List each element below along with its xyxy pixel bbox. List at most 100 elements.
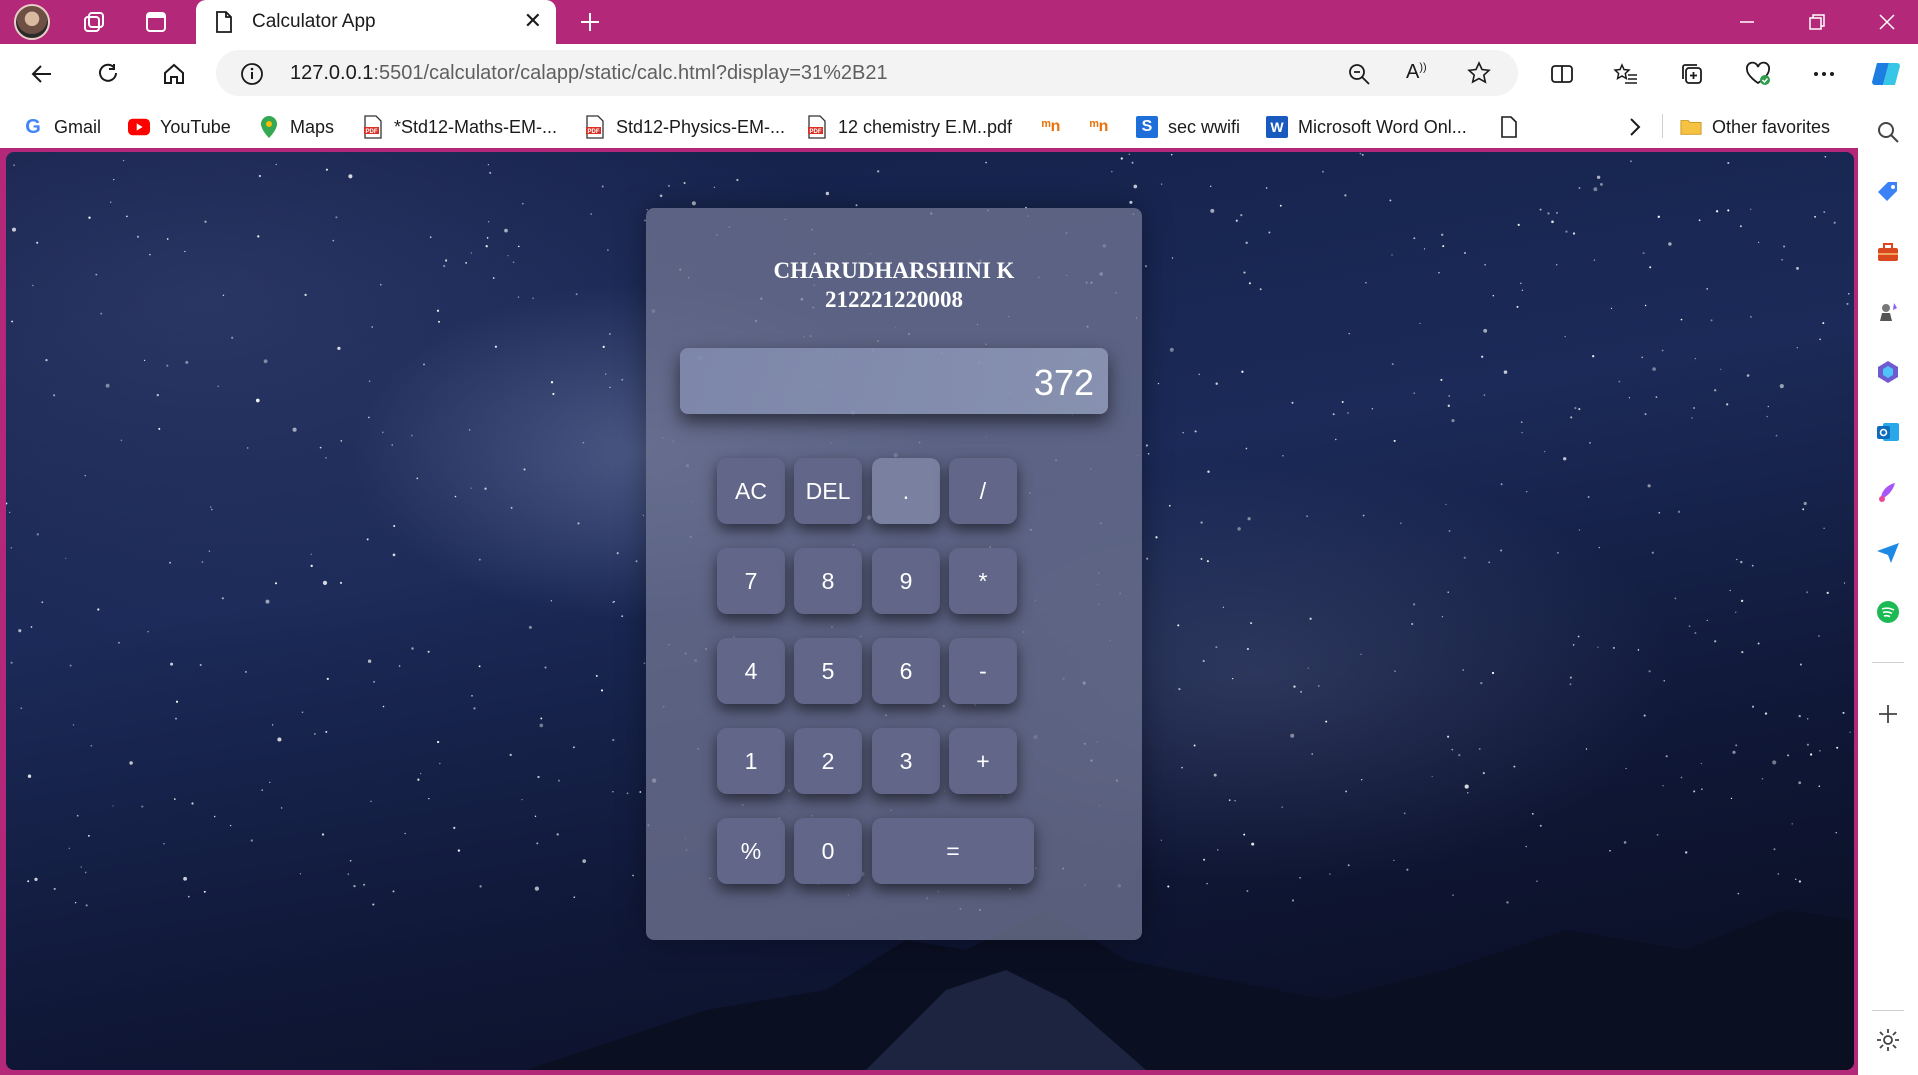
new-tab-icon[interactable] — [574, 6, 606, 38]
bookmark-label: 12 chemistry E.M..pdf — [838, 116, 1013, 137]
split-screen-icon[interactable] — [1542, 56, 1582, 92]
zoom-icon[interactable] — [1346, 61, 1372, 92]
bookmark-label: Std12-Physics-EM-... — [616, 116, 786, 137]
refresh-icon[interactable] — [88, 56, 128, 92]
favorites-icon[interactable] — [1606, 56, 1646, 92]
bookmark-maths-pdf[interactable]: PDF *Std12-Maths-EM-... — [362, 114, 557, 140]
url-path: :5501/calculator/calapp/static/calc.html… — [373, 62, 888, 84]
back-icon[interactable] — [22, 56, 62, 92]
minimize-icon[interactable] — [1722, 6, 1772, 38]
add-icon[interactable] — [1872, 698, 1904, 730]
percent-button[interactable]: % — [717, 818, 785, 884]
word-icon: W — [1266, 116, 1288, 138]
bookmark-site-2[interactable]: ᵐn — [1088, 114, 1110, 140]
restore-icon[interactable] — [1792, 6, 1842, 38]
sidebar-divider — [1872, 1010, 1904, 1011]
bookmark-word-online[interactable]: W Microsoft Word Onl... — [1266, 114, 1467, 140]
pdf-icon: PDF — [806, 115, 828, 139]
bookmark-maps[interactable]: Maps — [258, 114, 334, 140]
other-favorites[interactable]: Other favorites — [1680, 114, 1830, 140]
pdf-icon: PDF — [584, 115, 606, 139]
digit-1-button[interactable]: 1 — [717, 728, 785, 794]
ac-button[interactable]: AC — [717, 458, 785, 524]
delete-button[interactable]: DEL — [794, 458, 862, 524]
m365-icon[interactable] — [1872, 356, 1904, 388]
tools-icon[interactable] — [1872, 236, 1904, 268]
url-host: 127.0.0.1 — [290, 62, 374, 84]
pdf-icon: PDF — [362, 115, 384, 139]
send-icon[interactable] — [1872, 536, 1904, 568]
subtract-button[interactable]: - — [949, 638, 1017, 704]
title-bar: Calculator App ✕ — [0, 0, 1918, 44]
bookmark-sec-wifi[interactable]: S sec wwifi — [1136, 114, 1240, 140]
digit-9-button[interactable]: 9 — [872, 548, 940, 614]
more-options-icon[interactable] — [1804, 56, 1844, 92]
divide-button[interactable]: / — [949, 458, 1017, 524]
bookmarks-bar: G Gmail YouTube Maps PDF *Std12-Maths-EM… — [0, 104, 1918, 148]
folder-icon — [1680, 116, 1702, 138]
games-icon[interactable] — [1872, 296, 1904, 328]
close-window-icon[interactable] — [1862, 6, 1912, 38]
equals-button[interactable]: = — [872, 818, 1034, 884]
close-tab-icon[interactable]: ✕ — [524, 8, 542, 34]
bookmark-chemistry-pdf[interactable]: PDF 12 chemistry E.M..pdf — [806, 114, 1012, 140]
read-aloud-icon[interactable]: A)) — [1406, 61, 1427, 84]
add-button[interactable]: + — [949, 728, 1017, 794]
site-icon: ᵐn — [1089, 118, 1109, 135]
sidebar-divider — [1872, 662, 1904, 663]
copilot-icon[interactable] — [1866, 56, 1906, 92]
bookmark-youtube[interactable]: YouTube — [128, 114, 231, 140]
spotify-icon[interactable] — [1872, 596, 1904, 628]
digit-7-button[interactable]: 7 — [717, 548, 785, 614]
digit-8-button[interactable]: 8 — [794, 548, 862, 614]
digit-2-button[interactable]: 2 — [794, 728, 862, 794]
site-icon: ᵐn — [1041, 118, 1061, 135]
calculator-display: 372 — [680, 348, 1108, 414]
digit-0-button[interactable]: 0 — [794, 818, 862, 884]
bookmark-gmail[interactable]: G Gmail — [22, 114, 101, 140]
profile-avatar[interactable] — [14, 4, 50, 40]
youtube-icon — [128, 116, 150, 138]
author-name: CHARUDHARSHINI K — [773, 258, 1015, 283]
tab-calculator-app[interactable]: Calculator App ✕ — [196, 0, 556, 44]
outlook-icon[interactable] — [1872, 416, 1904, 448]
bookmark-page[interactable] — [1498, 114, 1520, 140]
bookmarks-overflow-chevron-icon[interactable] — [1628, 114, 1642, 140]
bookmark-site-1[interactable]: ᵐn — [1040, 114, 1062, 140]
svg-text:PDF: PDF — [588, 129, 600, 135]
bookmark-label: YouTube — [160, 116, 231, 137]
digit-6-button[interactable]: 6 — [872, 638, 940, 704]
designer-icon[interactable] — [1872, 476, 1904, 508]
author-id: 212221220008 — [825, 287, 963, 312]
settings-gear-icon[interactable] — [1872, 1024, 1904, 1056]
tab-title: Calculator App — [252, 11, 376, 32]
site-info-icon[interactable] — [240, 62, 264, 91]
page-icon — [214, 10, 234, 39]
svg-text:PDF: PDF — [366, 129, 378, 135]
display-value: 372 — [1033, 362, 1094, 403]
bookmark-label: Microsoft Word Onl... — [1298, 116, 1467, 137]
s-icon: S — [1136, 116, 1158, 138]
page-viewport: CHARUDHARSHINI K 212221220008 372 AC DEL… — [6, 152, 1854, 1070]
favorite-star-icon[interactable] — [1466, 60, 1492, 91]
digit-3-button[interactable]: 3 — [872, 728, 940, 794]
home-icon[interactable] — [154, 56, 194, 92]
url-text[interactable]: 127.0.0.1:5501/calculator/calapp/static/… — [290, 62, 888, 85]
bookmark-label: sec wwifi — [1168, 116, 1241, 137]
decimal-button[interactable]: . — [872, 458, 940, 524]
digit-5-button[interactable]: 5 — [794, 638, 862, 704]
bookmark-physics-pdf[interactable]: PDF Std12-Physics-EM-... — [584, 114, 785, 140]
workspaces-icon[interactable] — [78, 6, 110, 38]
digit-4-button[interactable]: 4 — [717, 638, 785, 704]
gmail-icon: G — [25, 115, 41, 138]
search-icon[interactable] — [1872, 116, 1904, 148]
calculator-heading: CHARUDHARSHINI K 212221220008 — [646, 256, 1142, 314]
tab-actions-icon[interactable] — [140, 6, 172, 38]
address-bar[interactable]: 127.0.0.1:5501/calculator/calapp/static/… — [216, 50, 1518, 96]
browser-essentials-icon[interactable] — [1738, 56, 1778, 92]
multiply-button[interactable]: * — [949, 548, 1017, 614]
collections-icon[interactable] — [1672, 56, 1712, 92]
edge-sidebar — [1858, 104, 1918, 1075]
bookmarks-divider — [1662, 114, 1663, 138]
shopping-tag-icon[interactable] — [1872, 176, 1904, 208]
